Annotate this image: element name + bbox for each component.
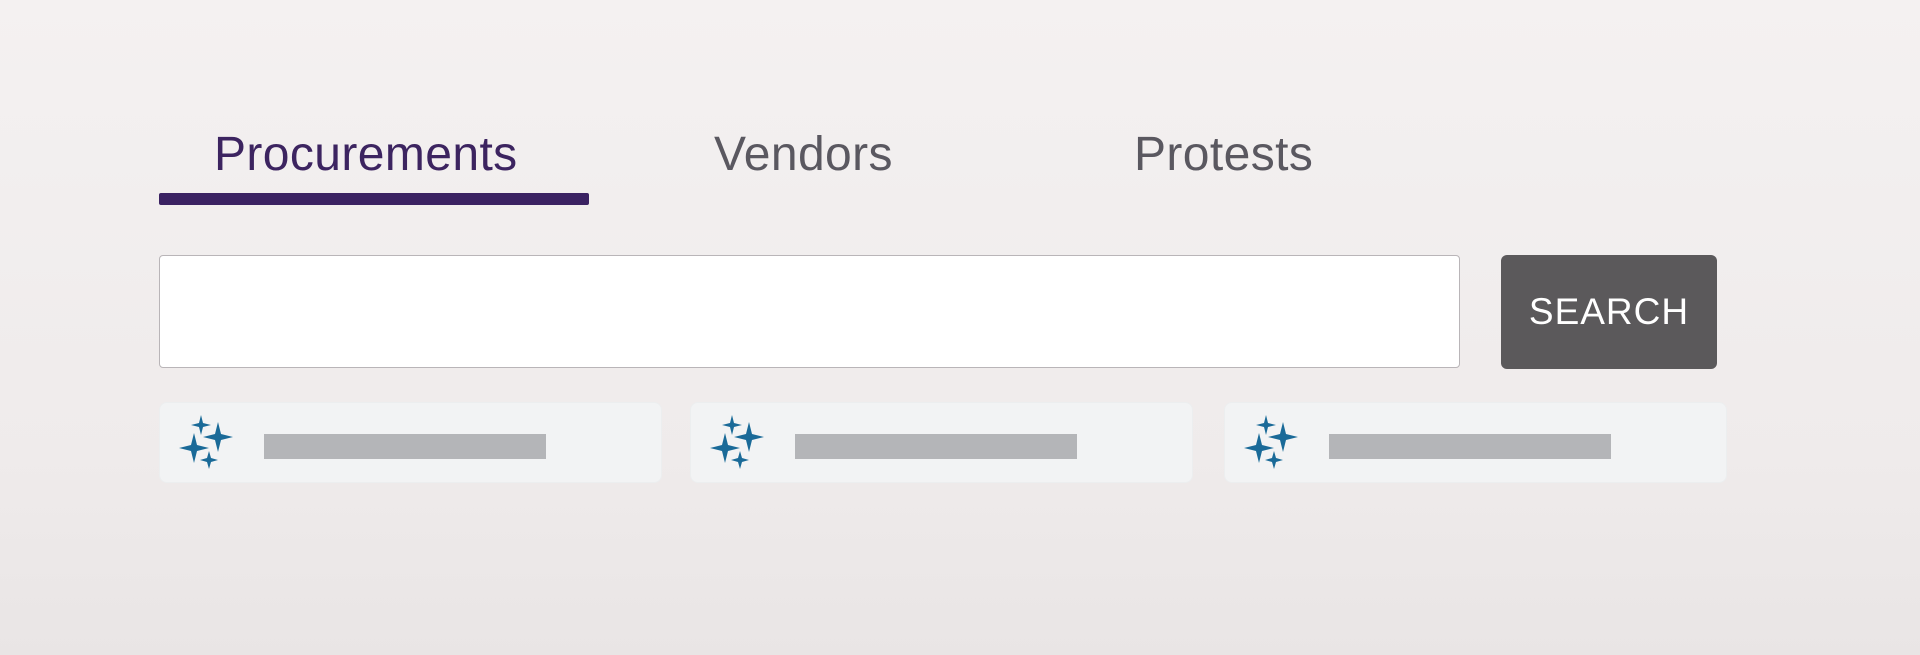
suggestion-chip[interactable]: [159, 402, 662, 483]
search-bar: SEARCH: [159, 255, 1719, 370]
suggestion-text-placeholder: [264, 434, 546, 459]
sparkles-icon: [179, 415, 233, 469]
suggestion-text-placeholder: [1329, 434, 1611, 459]
search-button[interactable]: SEARCH: [1501, 255, 1717, 369]
search-input[interactable]: [159, 255, 1460, 368]
suggestion-list: [159, 402, 1729, 484]
tab-vendors[interactable]: Vendors: [714, 100, 893, 210]
suggestion-text-placeholder: [795, 434, 1077, 459]
suggestion-chip[interactable]: [690, 402, 1193, 483]
suggestion-chip[interactable]: [1224, 402, 1727, 483]
sparkles-icon: [1244, 415, 1298, 469]
sparkles-icon: [710, 415, 764, 469]
tab-protests[interactable]: Protests: [1134, 100, 1313, 210]
tab-bar: Procurements Vendors Protests: [159, 100, 1339, 210]
active-tab-indicator: [159, 193, 589, 205]
